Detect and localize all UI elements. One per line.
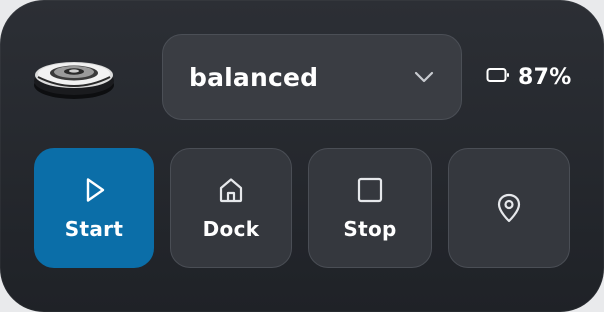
start-button-label: Start xyxy=(64,217,124,241)
mode-select-value: balanced xyxy=(189,62,319,92)
dock-button-label: Dock xyxy=(202,217,260,241)
home-icon xyxy=(216,175,246,205)
start-button[interactable]: Start xyxy=(34,148,154,268)
battery-level: 87% xyxy=(518,64,572,90)
vacuum-control-card: balanced 87% Start Dock Stop xyxy=(0,0,604,312)
robot-vacuum-image xyxy=(32,55,116,101)
stop-button-label: Stop xyxy=(343,217,397,241)
location-pin-icon xyxy=(494,192,524,224)
play-icon xyxy=(79,175,109,205)
battery-icon xyxy=(486,67,510,87)
locate-button[interactable] xyxy=(448,148,570,268)
mode-select[interactable]: balanced xyxy=(162,34,462,120)
stop-icon xyxy=(355,175,385,205)
battery-indicator: 87% xyxy=(486,62,572,92)
chevron-down-icon xyxy=(413,66,435,88)
dock-button[interactable]: Dock xyxy=(170,148,292,268)
stop-button[interactable]: Stop xyxy=(308,148,432,268)
